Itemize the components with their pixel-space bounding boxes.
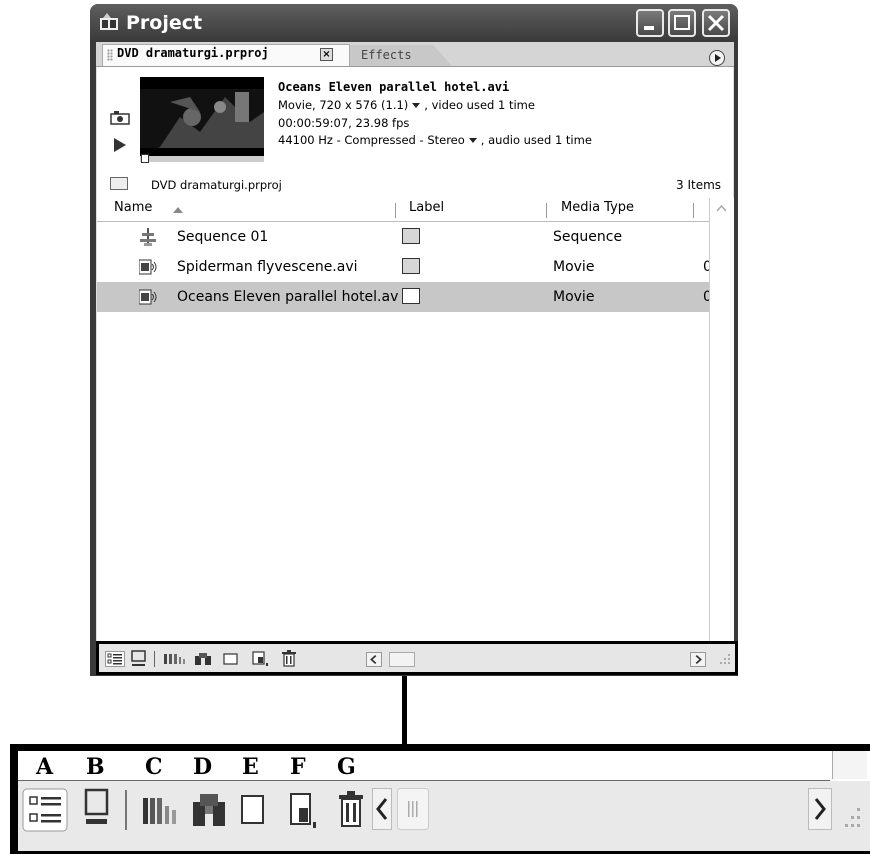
minimize-button[interactable] [636,9,664,37]
automate-to-sequence-icon[interactable] [143,796,177,826]
sequence-icon [140,228,156,246]
audio-dropdown-icon[interactable] [468,138,477,143]
play-icon[interactable] [114,138,126,152]
audio-info: 44100 Hz - Compressed - Stereo , audio us… [278,133,592,147]
clear-icon[interactable] [282,650,296,667]
vertical-scrollbar[interactable] [709,198,734,642]
tab-effects-label: Effects [361,48,412,62]
maximize-button[interactable] [668,9,696,37]
movie-clip-icon [139,289,157,305]
column-header-label[interactable]: Label [409,200,444,222]
new-item-icon[interactable] [252,651,270,667]
video-info: Movie, 720 x 576 (1.1) , video used 1 tim… [278,98,535,112]
label-color-swatch[interactable] [402,228,420,244]
duration-info: 00:00:59:07, 23.98 fps [278,116,410,130]
poster-frame-icon[interactable] [110,111,130,125]
audio-info-text: 44100 Hz - Compressed - Stereo [278,133,465,147]
clip-thumbnail [140,77,264,158]
video-dropdown-icon[interactable] [412,103,421,108]
scroll-right-icon[interactable] [690,652,706,667]
row-media-type: Movie [553,289,595,305]
window-title: Project [126,12,203,34]
icon-view-icon[interactable] [84,788,110,828]
minimize-icon [644,26,654,30]
scroll-right-icon[interactable] [808,788,832,830]
horizontal-scroll-thumb[interactable] [389,652,415,667]
sort-ascending-icon [173,207,183,213]
table-row-selected[interactable]: Oceans Eleven parallel hotel.av Movie 0 [97,282,712,312]
project-app-icon [100,13,118,30]
callout-letter-c: C [145,754,163,780]
tab-grip-icon[interactable] [107,49,113,61]
label-color-swatch[interactable] [402,288,420,304]
maximize-icon [674,15,690,30]
row-media-type: Sequence [553,229,623,245]
new-bin-icon[interactable] [223,652,239,666]
new-bin-icon[interactable] [240,794,266,826]
callout-letter-g: G [337,754,356,780]
column-divider[interactable] [693,203,694,218]
callout-letter-a: A [36,754,54,780]
callout-letter-f: F [290,754,306,780]
parent-bin-icon[interactable] [110,177,128,190]
close-button[interactable] [702,9,730,37]
label-color-swatch[interactable] [402,258,420,274]
horizontal-scroll-thumb[interactable] [397,788,429,830]
automate-to-sequence-icon[interactable] [164,653,186,665]
clip-name: Oceans Eleven parallel hotel.avi [278,80,510,94]
video-usage-text: , video used 1 time [424,98,535,112]
panel-menu-icon[interactable] [709,50,725,66]
callout-baseline [18,780,830,781]
column-divider[interactable] [546,203,547,218]
callout-letter-d: D [193,754,213,780]
callout-letter-e: E [242,754,259,780]
callout-letter-b: B [86,754,105,780]
find-icon[interactable] [192,792,226,828]
toolbar-separator [125,790,127,830]
thumbnail-slider-handle[interactable] [141,154,149,163]
column-divider[interactable] [395,203,396,218]
resize-grip-icon[interactable] [716,652,732,668]
video-info-text: Movie, 720 x 576 (1.1) [278,98,409,112]
scroll-left-icon[interactable] [366,652,382,667]
tab-close-icon[interactable]: × [320,48,333,61]
item-count: 3 Items [676,178,722,192]
find-icon[interactable] [194,652,212,666]
column-header-name[interactable]: Name [114,200,152,222]
thumbnail-slider[interactable] [140,156,264,162]
row-name: Spiderman flyvescene.avi [177,259,358,275]
audio-usage-text: , audio used 1 time [480,133,592,147]
close-icon [707,14,725,32]
table-row[interactable]: Spiderman flyvescene.avi Movie 0 [97,252,712,282]
movie-clip-icon [139,259,157,275]
list-view-icon[interactable] [22,788,68,832]
callout-connector [402,676,407,744]
resize-grip-icon[interactable] [842,806,862,832]
row-name: Sequence 01 [177,229,269,245]
row-media-type: Movie [553,259,595,275]
tab-project-label: DVD dramaturgi.prproj [117,46,269,60]
zoomed-scrollbar-corner [832,751,867,779]
scroll-left-icon[interactable] [372,788,392,830]
table-row[interactable]: Sequence 01 Sequence [97,222,709,252]
new-item-icon[interactable] [289,792,319,830]
icon-view-icon[interactable] [131,650,147,668]
bin-path: DVD dramaturgi.prproj [151,178,282,192]
toolbar-separator [154,651,155,667]
column-header-media-type[interactable]: Media Type [561,200,634,222]
row-name: Oceans Eleven parallel hotel.av [177,289,399,305]
list-view-icon[interactable] [105,651,125,667]
scroll-up-icon[interactable] [715,202,728,215]
clear-icon[interactable] [339,790,363,828]
project-toolbar [96,641,738,675]
